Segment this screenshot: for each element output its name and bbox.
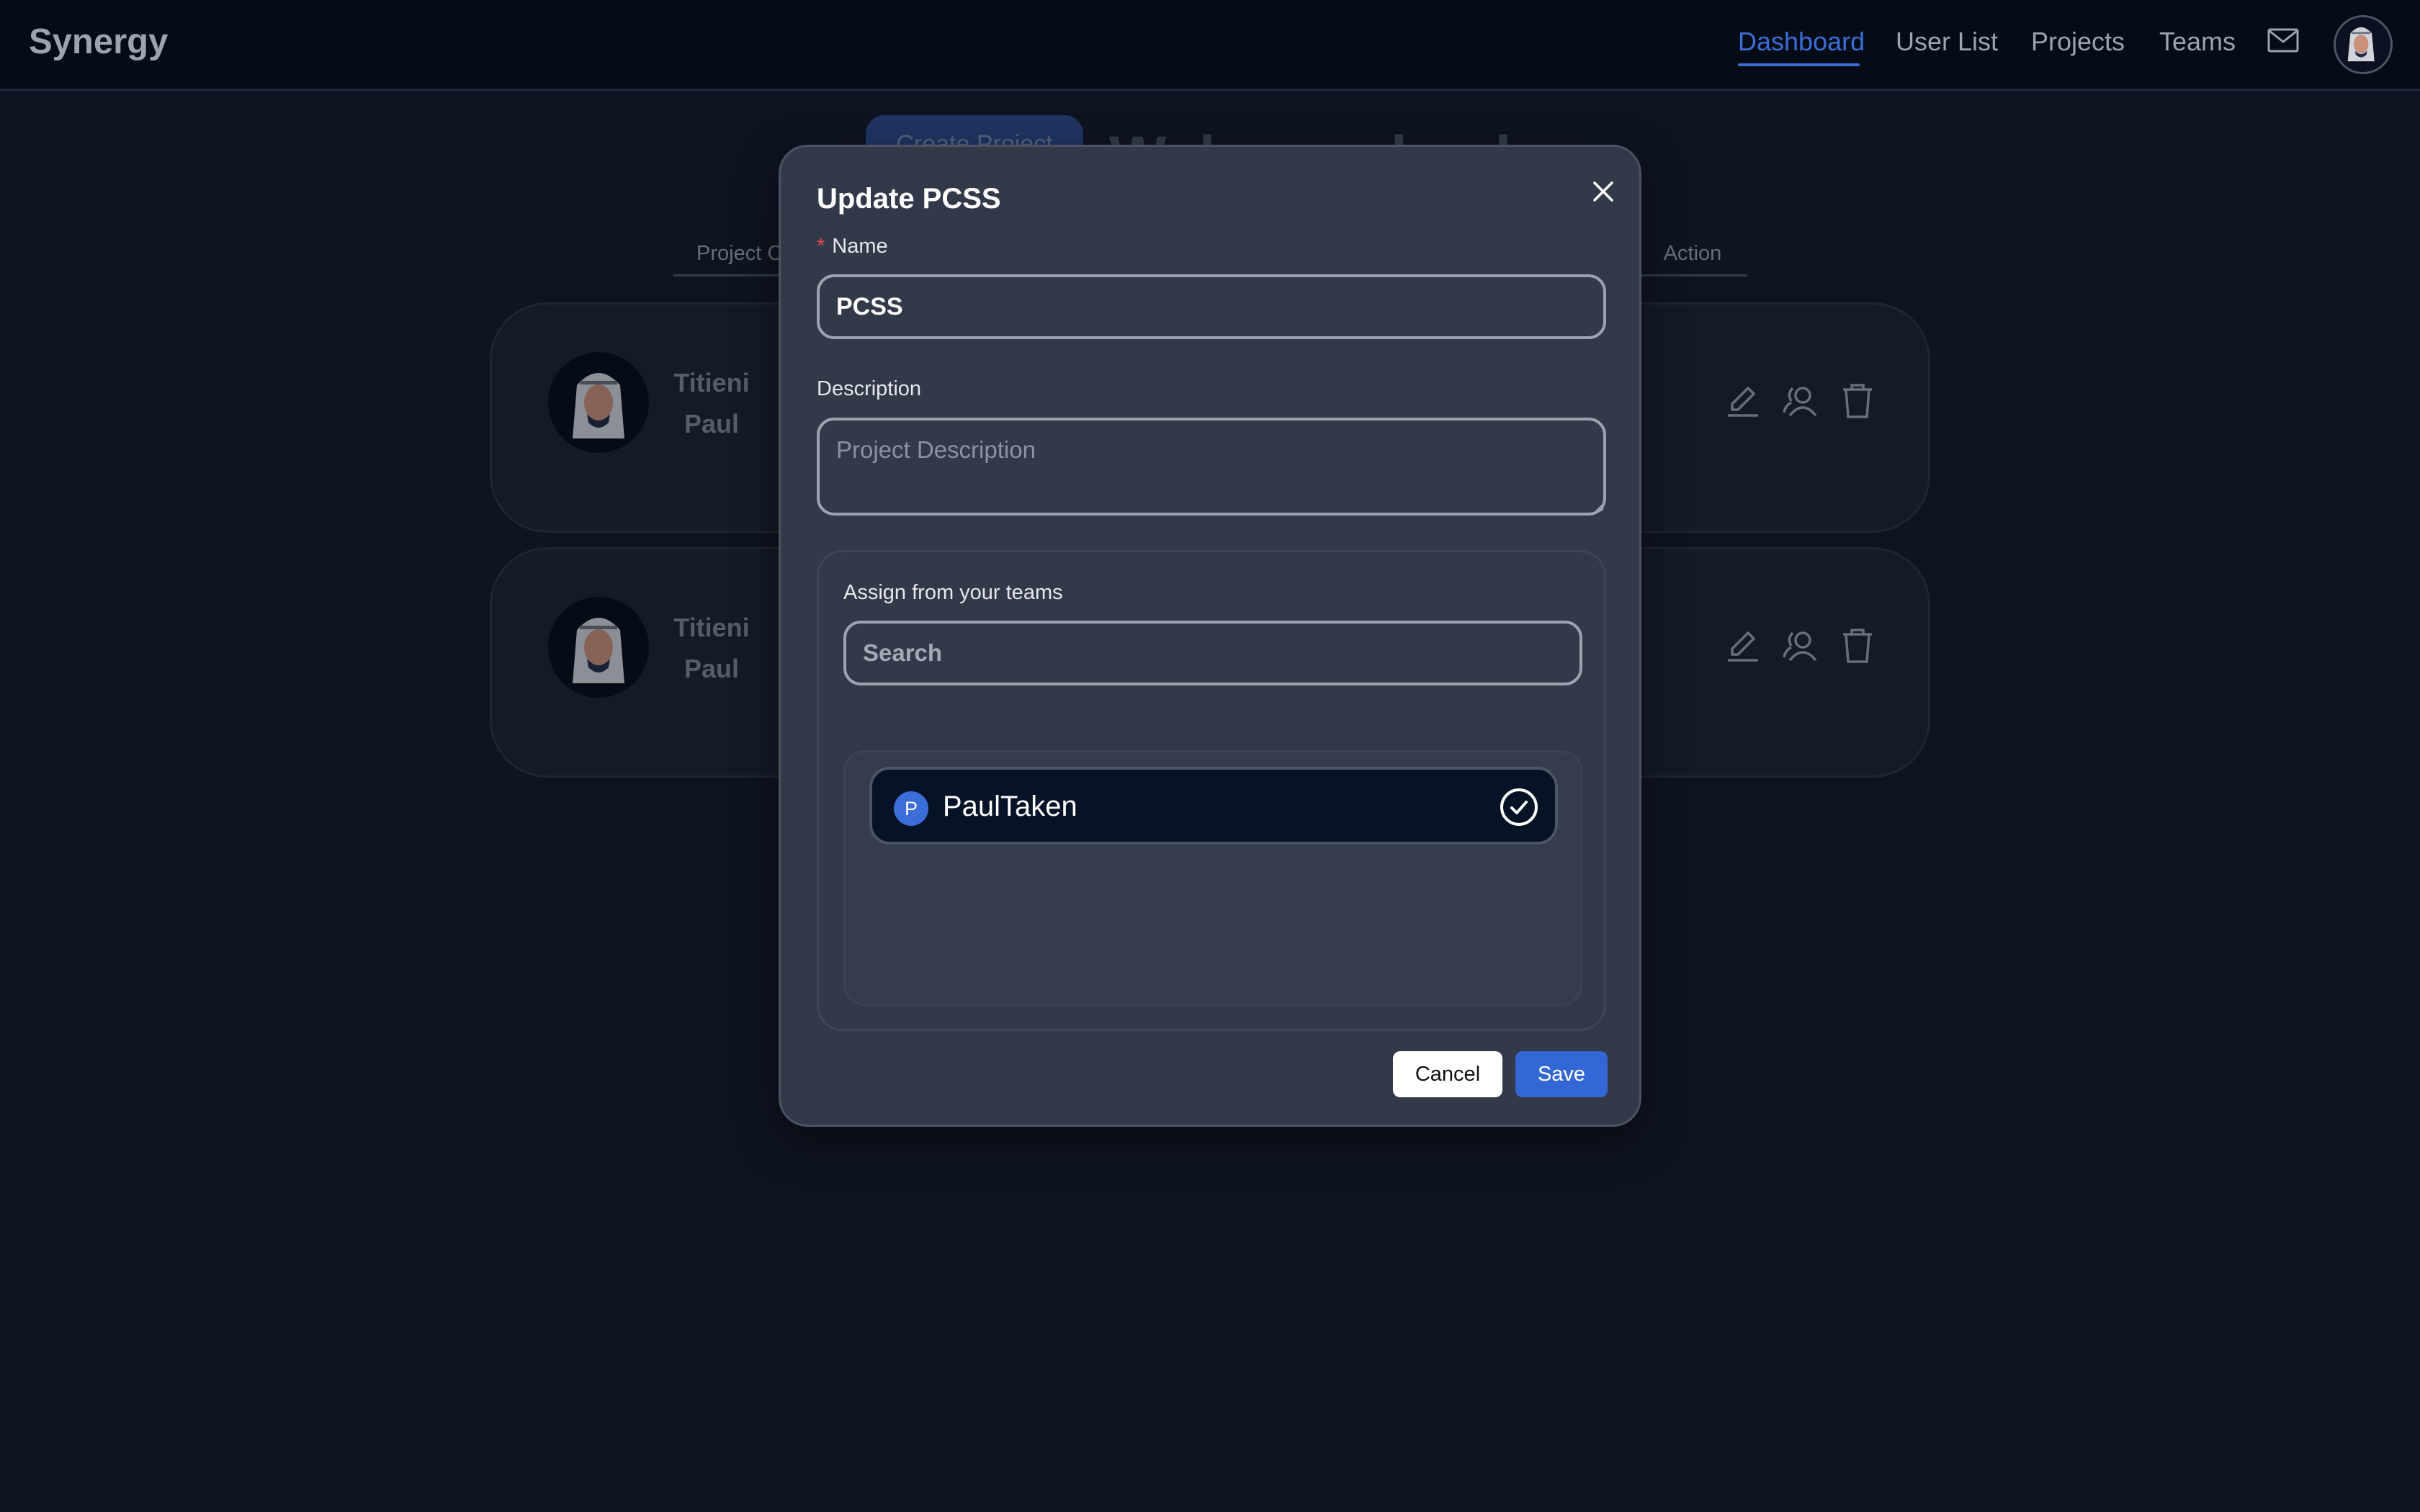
- active-nav-underline: [1738, 63, 1860, 66]
- nav-teams[interactable]: Teams: [2159, 27, 2236, 57]
- description-textarea[interactable]: [817, 418, 1606, 516]
- team-list: P PaulTaken: [843, 750, 1582, 1006]
- nav-user-list[interactable]: User List: [1896, 27, 1998, 57]
- required-mark: *: [817, 235, 825, 258]
- avatar-face-icon: [2336, 17, 2387, 68]
- team-search-input[interactable]: [843, 621, 1582, 685]
- check-circle-icon[interactable]: [1499, 787, 1539, 827]
- top-navbar: Synergy Dashboard User List Projects Tea…: [0, 0, 2420, 91]
- user-avatar[interactable]: [2334, 15, 2393, 74]
- update-project-modal: Update PCSS * Name Description Assign fro…: [779, 145, 1641, 1127]
- resize-grip-icon[interactable]: [1595, 503, 1605, 513]
- assign-label: Assign from your teams: [843, 581, 1063, 604]
- close-button[interactable]: [1585, 173, 1622, 210]
- team-name: PaulTaken: [943, 791, 1077, 822]
- app-root: Synergy Dashboard User List Projects Tea…: [0, 0, 2420, 1512]
- save-button[interactable]: Save: [1515, 1051, 1608, 1097]
- close-icon: [1593, 181, 1613, 202]
- name-label-text: Name: [832, 235, 888, 258]
- modal-title: Update PCSS: [817, 183, 1001, 215]
- nav-projects[interactable]: Projects: [2031, 27, 2125, 57]
- cancel-button[interactable]: Cancel: [1393, 1051, 1502, 1097]
- mail-icon[interactable]: [2267, 28, 2299, 53]
- team-list-item[interactable]: P PaulTaken: [869, 767, 1558, 845]
- nav-dashboard[interactable]: Dashboard: [1738, 27, 1865, 57]
- description-label: Description: [817, 377, 922, 400]
- name-input[interactable]: [817, 274, 1606, 339]
- brand-logo[interactable]: Synergy: [29, 22, 168, 62]
- team-initial-badge: P: [894, 791, 928, 826]
- assign-teams-section: Assign from your teams P PaulTaken: [817, 550, 1606, 1031]
- name-label: * Name: [817, 235, 888, 258]
